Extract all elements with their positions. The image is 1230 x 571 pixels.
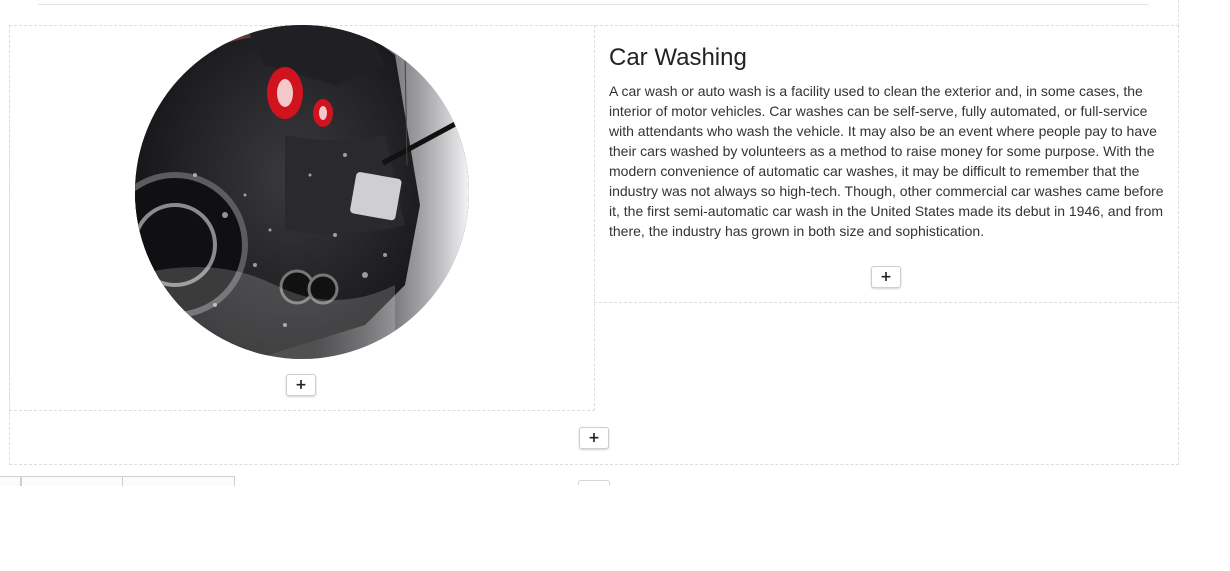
section-title: Car Washing [609, 44, 747, 71]
section-description: A car wash or auto wash is a facility us… [609, 83, 1164, 239]
plus-icon: + [295, 377, 307, 393]
outer-row-edge [1178, 0, 1179, 26]
add-block-button-left-column[interactable]: + [286, 374, 316, 396]
page-editor: Car Washing A car wash or auto wash is a… [0, 0, 1230, 571]
car-wash-illustration [135, 25, 469, 359]
bottom-tab[interactable] [122, 476, 235, 486]
button-edge [578, 480, 610, 485]
top-divider [38, 4, 1149, 5]
car-wash-image [135, 25, 469, 359]
add-block-button-next-row[interactable] [578, 480, 610, 485]
bottom-tab[interactable] [0, 476, 21, 486]
plus-icon: + [880, 269, 892, 285]
bottom-tab-strip [0, 476, 235, 486]
add-block-button-row[interactable]: + [579, 427, 609, 449]
add-block-button-right-column[interactable]: + [871, 266, 901, 288]
bottom-tab[interactable] [21, 476, 123, 486]
plus-icon: + [588, 430, 600, 446]
